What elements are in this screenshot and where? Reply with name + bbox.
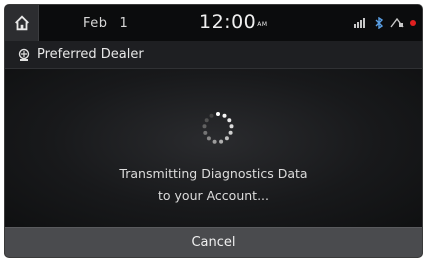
app-screen: Feb 1 12:00AM Preferred Dealer Transmitt… bbox=[4, 4, 423, 258]
page-header: Preferred Dealer bbox=[5, 41, 422, 69]
signal-icon bbox=[354, 18, 365, 28]
home-button[interactable] bbox=[5, 5, 39, 41]
date-display: Feb 1 bbox=[83, 16, 128, 31]
clock: 12:00AM bbox=[199, 11, 268, 33]
clock-time: 12:00 bbox=[199, 11, 257, 33]
network-icon bbox=[390, 18, 404, 28]
bluetooth-icon bbox=[375, 17, 384, 29]
dealer-icon bbox=[18, 48, 30, 61]
page-title: Preferred Dealer bbox=[37, 47, 144, 62]
recording-icon bbox=[410, 20, 416, 26]
status-bar: Feb 1 12:00AM bbox=[5, 5, 422, 41]
home-icon bbox=[14, 15, 29, 31]
clock-ampm: AM bbox=[257, 21, 268, 28]
status-message-line1: Transmitting Diagnostics Data bbox=[119, 166, 308, 181]
status-message-line2: to your Account... bbox=[158, 188, 269, 203]
cancel-button[interactable]: Cancel bbox=[5, 227, 422, 257]
date-day: 1 bbox=[119, 15, 129, 31]
status-message: Transmitting Diagnostics Data to your Ac… bbox=[5, 163, 422, 207]
date-month: Feb bbox=[83, 15, 108, 31]
main-content: Transmitting Diagnostics Data to your Ac… bbox=[5, 69, 422, 229]
loading-spinner-icon bbox=[202, 112, 234, 144]
status-icons bbox=[354, 17, 416, 29]
